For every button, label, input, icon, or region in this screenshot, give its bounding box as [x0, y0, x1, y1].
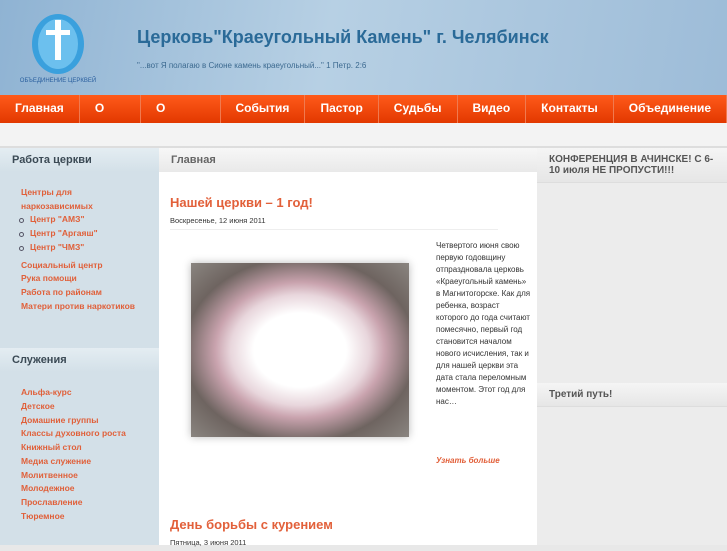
post-title[interactable]: Нашей церкви – 1 год!	[170, 195, 313, 210]
post-excerpt: Четвертого июня свою первую годовщину от…	[436, 241, 531, 406]
site-slogan: "...вот Я полагаю в Сионе камень краеуго…	[137, 61, 367, 70]
breadcrumb: Главная	[159, 148, 537, 172]
conference-heading: КОНФЕРЕНЦИЯ В АЧИНСКЕ! С 6-10 июля НЕ ПР…	[537, 148, 727, 183]
nav-home[interactable]: Главная	[0, 95, 80, 123]
sidebar-link[interactable]: Медиа служение	[21, 455, 159, 469]
sidebar-link[interactable]: Домашние группы	[21, 414, 159, 428]
svg-text:ОБЪЕДИНЕНИЕ ЦЕРКВЕЙ: ОБЪЕДИНЕНИЕ ЦЕРКВЕЙ	[20, 76, 96, 84]
sidebar-link[interactable]: Социальный центр	[21, 259, 159, 273]
sidebar-link[interactable]: Рука помощи	[21, 272, 159, 286]
nav-pastor[interactable]: Пастор	[305, 95, 379, 123]
header: ОБЪЕДИНЕНИЕ ЦЕРКВЕЙ Церковь"Краеугольный…	[0, 0, 727, 95]
sidebar-link[interactable]: Книжный стол	[21, 441, 159, 455]
nav-about[interactable]: О нас	[80, 95, 141, 141]
nav-city[interactable]: О городе	[141, 95, 221, 141]
right-sidebar: КОНФЕРЕНЦИЯ В АЧИНСКЕ! С 6-10 июля НЕ ПР…	[537, 148, 727, 545]
read-more-link[interactable]: Узнать больше	[436, 456, 500, 465]
sidebar-link[interactable]: Молитвенное	[21, 469, 159, 483]
site-title[interactable]: Церковь"Краеугольный Камень" г. Челябинс…	[137, 27, 549, 48]
nav-video[interactable]: Видео	[458, 95, 527, 123]
sidebar-sublink[interactable]: Центр "Аргаяш"	[19, 227, 159, 241]
church-work-heading: Работа церкви	[0, 148, 159, 172]
post-date: Воскресенье, 12 июня 2011	[170, 216, 498, 230]
sidebar-link[interactable]: Прославление	[21, 496, 159, 510]
sidebar-sublink[interactable]: Центр "АМЗ"	[19, 213, 159, 227]
sidebar-link[interactable]: Классы духовного роста	[21, 427, 159, 441]
cake-photo	[191, 263, 409, 437]
post-title[interactable]: День борьбы с курением	[170, 517, 333, 532]
sidebar-sublink[interactable]: Центр "ЧМЗ"	[19, 241, 159, 255]
church-logo[interactable]: ОБЪЕДИНЕНИЕ ЦЕРКВЕЙ	[12, 6, 104, 88]
nav-union[interactable]: Объединение	[614, 95, 727, 123]
nav-events[interactable]: События	[221, 95, 306, 123]
nav-contacts[interactable]: Контакты	[526, 95, 614, 123]
sidebar-link[interactable]: Альфа-курс	[21, 386, 159, 400]
sidebar-link[interactable]: Работа по районам	[21, 286, 159, 300]
third-way-heading: Третий путь!	[537, 383, 727, 407]
sidebar-link[interactable]: Центры для наркозависимых	[21, 186, 93, 213]
sidebar-link[interactable]: Детское	[21, 400, 159, 414]
main-content: Главная Нашей церкви – 1 год! Воскресень…	[159, 148, 537, 547]
sidebar-link[interactable]: Матери против наркотиков	[21, 300, 159, 314]
sidebar-link[interactable]: Молодежное	[21, 482, 159, 496]
services-heading: Служения	[0, 348, 159, 373]
nav-stories[interactable]: Судьбы	[379, 95, 458, 123]
sidebar-link[interactable]: Тюремное	[21, 510, 159, 524]
main-nav: Главная О нас О городе События Пастор Су…	[0, 95, 727, 141]
left-sidebar: Работа церкви Центры для наркозависимых …	[0, 148, 159, 545]
subnav-strip	[0, 123, 727, 148]
